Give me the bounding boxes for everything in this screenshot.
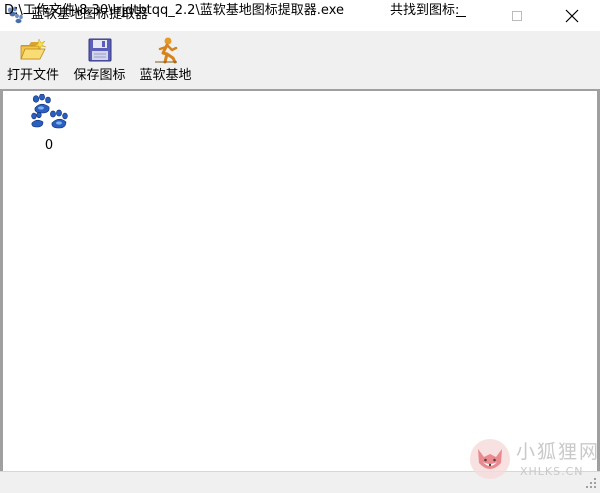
lanruan-base-button[interactable]: 蓝软基地 <box>135 35 196 87</box>
lanruan-base-label: 蓝软基地 <box>139 68 192 83</box>
running-man-icon <box>154 37 177 64</box>
toolbar: 打开文件 保存图标 蓝软基地 <box>0 31 600 89</box>
save-icon-label: 保存图标 <box>73 68 126 83</box>
open-folder-icon <box>20 38 47 60</box>
maximize-icon <box>512 10 522 21</box>
save-icon-button[interactable]: 保存图标 <box>69 35 130 87</box>
icon-index-label: 0 <box>44 138 54 153</box>
close-button[interactable] <box>549 0 595 31</box>
status-file-path: D:\工作文件\8.30\lrjdtbtqq_2.2\蓝软基地图标提取器.exe <box>4 3 344 18</box>
app-window: 蓝软基地图标提取器 打开文件 保存图标 蓝软基地 0 D:\工作文件\8.30\… <box>0 0 600 493</box>
maximize-button[interactable] <box>494 0 540 31</box>
resize-grip-icon[interactable] <box>584 476 598 490</box>
status-bar <box>0 471 600 493</box>
paw-prints-icon <box>31 94 68 129</box>
icon-list-item[interactable]: 0 <box>26 94 72 154</box>
client-border <box>0 89 600 91</box>
status-icon-count: 共找到图标: <box>390 3 460 18</box>
open-file-label: 打开文件 <box>6 68 59 83</box>
close-icon <box>565 9 579 22</box>
open-file-button[interactable]: 打开文件 <box>3 35 63 87</box>
floppy-save-icon <box>88 38 111 62</box>
icon-list-view[interactable] <box>0 89 600 471</box>
